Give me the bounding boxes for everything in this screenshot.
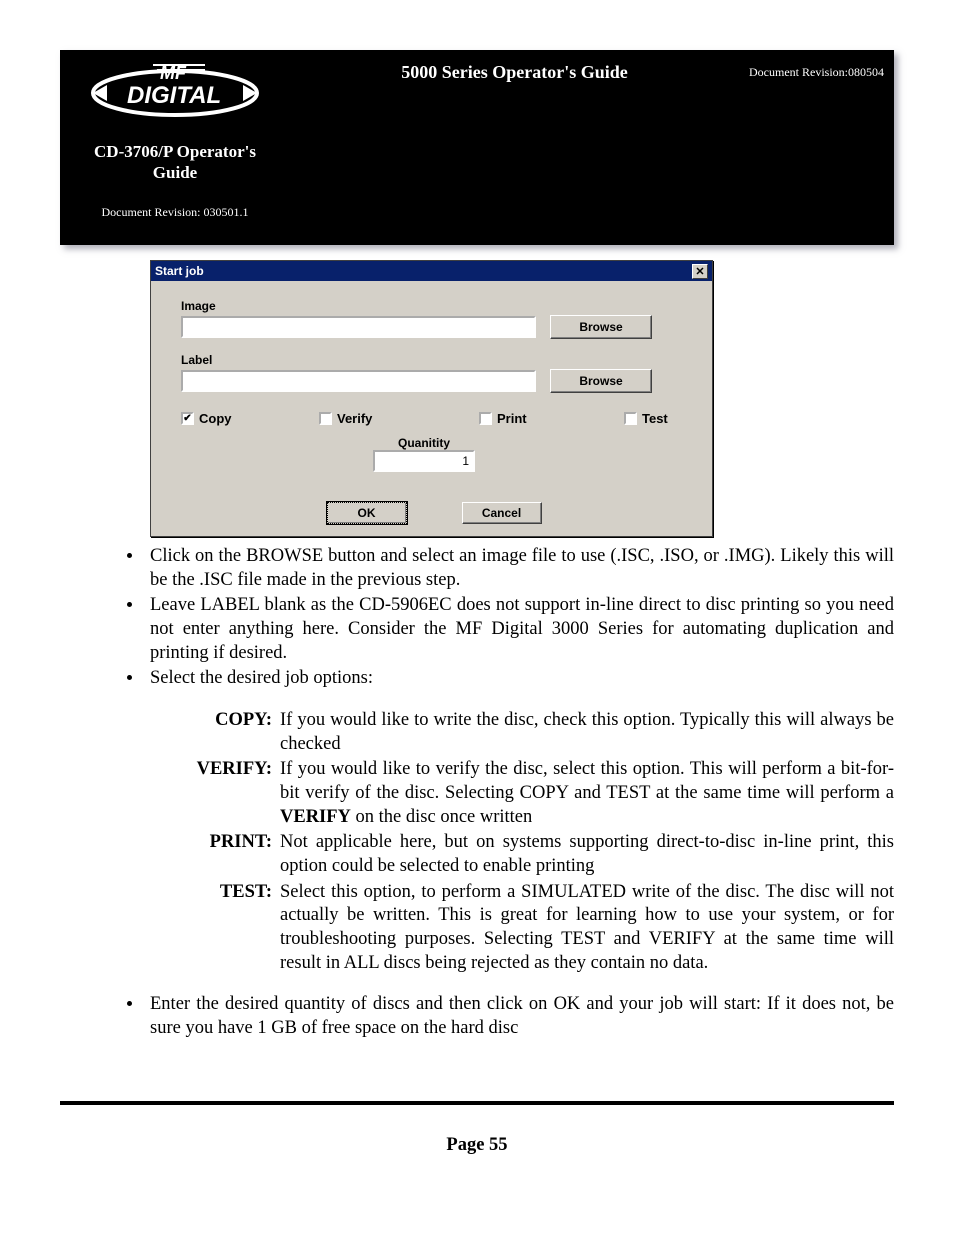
- def-body-verify: If you would like to verify the disc, se…: [280, 758, 894, 829]
- label-input[interactable]: [181, 370, 536, 392]
- def-body-test: Select this option, to perform a SIMULAT…: [280, 881, 894, 976]
- brand-logo: MF DIGITAL: [85, 55, 265, 123]
- browse-label-button[interactable]: Browse: [550, 369, 652, 393]
- quantity-input[interactable]: [373, 450, 475, 472]
- header-title: 5000 Series Operator's Guide: [280, 62, 749, 83]
- instructions-list-2: Enter the desired quantity of discs and …: [104, 993, 894, 1040]
- logo-block: MF DIGITAL CD-3706/P Operator's Guide Do…: [70, 55, 280, 220]
- guide-title: CD-3706/P Operator's Guide: [70, 141, 280, 184]
- def-term-verify: VERIFY:: [170, 758, 280, 829]
- def-term-test: TEST:: [170, 881, 280, 976]
- copy-checkbox[interactable]: ✔ Copy: [181, 411, 309, 426]
- list-item: Select the desired job options:: [144, 667, 894, 691]
- checkbox-icon: [319, 412, 332, 425]
- dialog-titlebar: Start job ✕: [151, 261, 712, 281]
- checkbox-icon: [479, 412, 492, 425]
- image-input[interactable]: [181, 316, 536, 338]
- close-icon[interactable]: ✕: [692, 264, 708, 279]
- label-label: Label: [181, 353, 687, 367]
- def-term-copy: COPY:: [170, 709, 280, 756]
- list-item: Click on the BROWSE button and select an…: [144, 545, 894, 592]
- checkbox-icon: ✔: [181, 412, 194, 425]
- dialog-title: Start job: [155, 264, 692, 278]
- options-definitions: COPY: If you would like to write the dis…: [170, 709, 894, 975]
- checkbox-icon: [624, 412, 637, 425]
- page-header: MF DIGITAL CD-3706/P Operator's Guide Do…: [60, 50, 894, 245]
- def-term-print: PRINT:: [170, 831, 280, 878]
- ok-button[interactable]: OK: [327, 502, 407, 524]
- def-body-copy: If you would like to write the disc, che…: [280, 709, 894, 756]
- test-checkbox[interactable]: Test: [624, 411, 668, 426]
- cancel-button[interactable]: Cancel: [462, 502, 542, 524]
- doc-revision-right: Document Revision:080504: [749, 65, 884, 80]
- verify-checkbox[interactable]: Verify: [319, 411, 469, 426]
- print-checkbox[interactable]: Print: [479, 411, 614, 426]
- list-item: Enter the desired quantity of discs and …: [144, 993, 894, 1040]
- svg-text:DIGITAL: DIGITAL: [127, 82, 221, 109]
- divider: [60, 1101, 894, 1105]
- quantity-label: Quanitity: [161, 436, 687, 450]
- doc-revision-left: Document Revision: 030501.1: [102, 205, 249, 220]
- page-number: Page 55: [60, 1135, 894, 1156]
- image-label: Image: [181, 299, 687, 313]
- instructions-list: Click on the BROWSE button and select an…: [104, 545, 894, 691]
- browse-image-button[interactable]: Browse: [550, 315, 652, 339]
- list-item: Leave LABEL blank as the CD-5906EC does …: [144, 594, 894, 665]
- def-body-print: Not applicable here, but on systems supp…: [280, 831, 894, 878]
- start-job-dialog: Start job ✕ Image Browse Label Browse ✔ …: [150, 260, 713, 537]
